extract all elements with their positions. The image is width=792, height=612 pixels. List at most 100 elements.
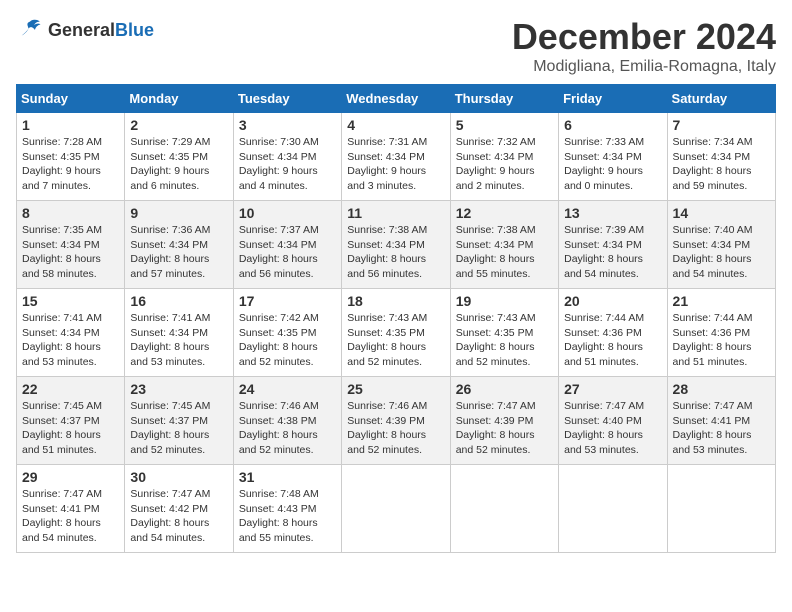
calendar-week-row: 8 Sunrise: 7:35 AMSunset: 4:34 PMDayligh… [17,201,776,289]
calendar-cell: 6 Sunrise: 7:33 AMSunset: 4:34 PMDayligh… [559,113,667,201]
page-header: GeneralBlue December 2024 Modigliana, Em… [16,16,776,76]
day-number: 23 [130,381,227,397]
day-number: 10 [239,205,336,221]
calendar-cell [667,465,775,553]
calendar-cell: 27 Sunrise: 7:47 AMSunset: 4:40 PMDaylig… [559,377,667,465]
calendar-cell: 24 Sunrise: 7:46 AMSunset: 4:38 PMDaylig… [233,377,341,465]
calendar-week-row: 1 Sunrise: 7:28 AMSunset: 4:35 PMDayligh… [17,113,776,201]
calendar-cell: 15 Sunrise: 7:41 AMSunset: 4:34 PMDaylig… [17,289,125,377]
calendar-cell: 7 Sunrise: 7:34 AMSunset: 4:34 PMDayligh… [667,113,775,201]
day-info: Sunrise: 7:36 AMSunset: 4:34 PMDaylight:… [130,224,210,280]
day-info: Sunrise: 7:47 AMSunset: 4:40 PMDaylight:… [564,400,644,456]
day-number: 22 [22,381,119,397]
calendar-cell: 31 Sunrise: 7:48 AMSunset: 4:43 PMDaylig… [233,465,341,553]
day-info: Sunrise: 7:38 AMSunset: 4:34 PMDaylight:… [456,224,536,280]
day-number: 16 [130,293,227,309]
day-info: Sunrise: 7:46 AMSunset: 4:38 PMDaylight:… [239,400,319,456]
calendar-header-thursday: Thursday [450,85,558,113]
calendar-cell: 14 Sunrise: 7:40 AMSunset: 4:34 PMDaylig… [667,201,775,289]
day-number: 14 [673,205,770,221]
calendar-week-row: 29 Sunrise: 7:47 AMSunset: 4:41 PMDaylig… [17,465,776,553]
day-number: 1 [22,117,119,133]
calendar-cell: 22 Sunrise: 7:45 AMSunset: 4:37 PMDaylig… [17,377,125,465]
day-info: Sunrise: 7:46 AMSunset: 4:39 PMDaylight:… [347,400,427,456]
calendar-cell [559,465,667,553]
day-info: Sunrise: 7:45 AMSunset: 4:37 PMDaylight:… [130,400,210,456]
day-info: Sunrise: 7:48 AMSunset: 4:43 PMDaylight:… [239,488,319,544]
day-number: 15 [22,293,119,309]
calendar-week-row: 22 Sunrise: 7:45 AMSunset: 4:37 PMDaylig… [17,377,776,465]
calendar-header-tuesday: Tuesday [233,85,341,113]
calendar-cell: 29 Sunrise: 7:47 AMSunset: 4:41 PMDaylig… [17,465,125,553]
logo: GeneralBlue [16,16,154,44]
calendar-header-row: SundayMondayTuesdayWednesdayThursdayFrid… [17,85,776,113]
day-number: 26 [456,381,553,397]
calendar-cell: 23 Sunrise: 7:45 AMSunset: 4:37 PMDaylig… [125,377,233,465]
day-number: 6 [564,117,661,133]
day-info: Sunrise: 7:47 AMSunset: 4:41 PMDaylight:… [673,400,753,456]
calendar-cell: 19 Sunrise: 7:43 AMSunset: 4:35 PMDaylig… [450,289,558,377]
day-number: 24 [239,381,336,397]
day-info: Sunrise: 7:29 AMSunset: 4:35 PMDaylight:… [130,136,210,192]
calendar-cell: 16 Sunrise: 7:41 AMSunset: 4:34 PMDaylig… [125,289,233,377]
calendar-cell: 25 Sunrise: 7:46 AMSunset: 4:39 PMDaylig… [342,377,450,465]
day-number: 8 [22,205,119,221]
calendar-cell: 4 Sunrise: 7:31 AMSunset: 4:34 PMDayligh… [342,113,450,201]
day-number: 21 [673,293,770,309]
calendar-cell: 26 Sunrise: 7:47 AMSunset: 4:39 PMDaylig… [450,377,558,465]
day-info: Sunrise: 7:43 AMSunset: 4:35 PMDaylight:… [456,312,536,368]
day-number: 31 [239,469,336,485]
day-number: 12 [456,205,553,221]
calendar-cell: 18 Sunrise: 7:43 AMSunset: 4:35 PMDaylig… [342,289,450,377]
calendar-cell: 1 Sunrise: 7:28 AMSunset: 4:35 PMDayligh… [17,113,125,201]
calendar-cell: 21 Sunrise: 7:44 AMSunset: 4:36 PMDaylig… [667,289,775,377]
calendar-cell: 5 Sunrise: 7:32 AMSunset: 4:34 PMDayligh… [450,113,558,201]
day-number: 11 [347,205,444,221]
calendar-cell: 13 Sunrise: 7:39 AMSunset: 4:34 PMDaylig… [559,201,667,289]
calendar-header-saturday: Saturday [667,85,775,113]
title-block: December 2024 Modigliana, Emilia-Romagna… [512,16,776,76]
day-info: Sunrise: 7:31 AMSunset: 4:34 PMDaylight:… [347,136,427,192]
day-info: Sunrise: 7:35 AMSunset: 4:34 PMDaylight:… [22,224,102,280]
day-info: Sunrise: 7:41 AMSunset: 4:34 PMDaylight:… [130,312,210,368]
logo-general: General [48,20,115,40]
calendar-cell [342,465,450,553]
calendar-table: SundayMondayTuesdayWednesdayThursdayFrid… [16,84,776,553]
logo-blue: Blue [115,20,154,40]
day-number: 27 [564,381,661,397]
day-number: 3 [239,117,336,133]
day-info: Sunrise: 7:34 AMSunset: 4:34 PMDaylight:… [673,136,753,192]
day-number: 5 [456,117,553,133]
day-info: Sunrise: 7:44 AMSunset: 4:36 PMDaylight:… [564,312,644,368]
day-number: 29 [22,469,119,485]
calendar-cell: 3 Sunrise: 7:30 AMSunset: 4:34 PMDayligh… [233,113,341,201]
day-info: Sunrise: 7:28 AMSunset: 4:35 PMDaylight:… [22,136,102,192]
calendar-cell: 12 Sunrise: 7:38 AMSunset: 4:34 PMDaylig… [450,201,558,289]
day-number: 2 [130,117,227,133]
calendar-header-friday: Friday [559,85,667,113]
day-number: 20 [564,293,661,309]
day-info: Sunrise: 7:43 AMSunset: 4:35 PMDaylight:… [347,312,427,368]
calendar-cell: 17 Sunrise: 7:42 AMSunset: 4:35 PMDaylig… [233,289,341,377]
calendar-header-sunday: Sunday [17,85,125,113]
day-info: Sunrise: 7:33 AMSunset: 4:34 PMDaylight:… [564,136,644,192]
day-number: 30 [130,469,227,485]
calendar-cell: 2 Sunrise: 7:29 AMSunset: 4:35 PMDayligh… [125,113,233,201]
day-info: Sunrise: 7:38 AMSunset: 4:34 PMDaylight:… [347,224,427,280]
day-info: Sunrise: 7:37 AMSunset: 4:34 PMDaylight:… [239,224,319,280]
day-info: Sunrise: 7:41 AMSunset: 4:34 PMDaylight:… [22,312,102,368]
calendar-cell [450,465,558,553]
calendar-header-monday: Monday [125,85,233,113]
calendar-cell: 30 Sunrise: 7:47 AMSunset: 4:42 PMDaylig… [125,465,233,553]
location-title: Modigliana, Emilia-Romagna, Italy [512,58,776,76]
day-number: 13 [564,205,661,221]
logo-bird-icon [16,16,44,44]
day-info: Sunrise: 7:32 AMSunset: 4:34 PMDaylight:… [456,136,536,192]
day-info: Sunrise: 7:45 AMSunset: 4:37 PMDaylight:… [22,400,102,456]
calendar-cell: 8 Sunrise: 7:35 AMSunset: 4:34 PMDayligh… [17,201,125,289]
day-info: Sunrise: 7:40 AMSunset: 4:34 PMDaylight:… [673,224,753,280]
calendar-header-wednesday: Wednesday [342,85,450,113]
day-number: 17 [239,293,336,309]
day-number: 4 [347,117,444,133]
day-number: 19 [456,293,553,309]
